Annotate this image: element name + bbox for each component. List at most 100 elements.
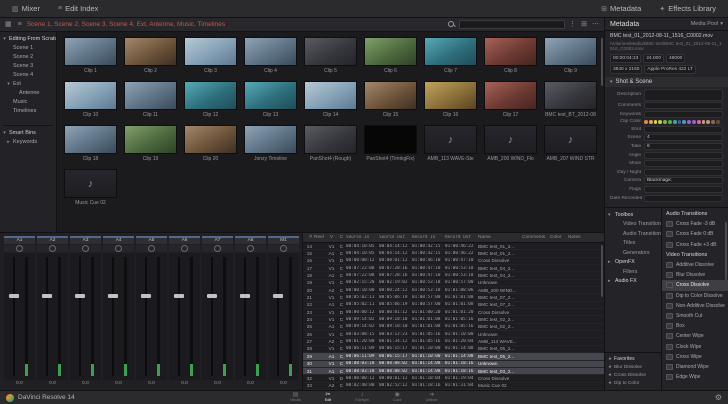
clip-area-scrollbar[interactable] [601,38,603,86]
edit-index-row[interactable]: 30 V1 C 00:08:03:18 00:08:08:02 01:01:14… [303,360,604,368]
metadata-field-input[interactable] [644,88,723,101]
bin-item[interactable]: Scene 1 [0,43,56,52]
transition-item[interactable]: Cross Fade 0 dB [662,229,728,239]
metadata-field-input[interactable] [644,160,723,168]
edit-index-row[interactable]: 19 V1 C 00:02:15:20 00:02:19:02 01:00:53… [303,280,604,288]
fader-handle[interactable] [174,293,184,298]
transition-item[interactable]: Smooth Cut [662,311,728,321]
channel-label[interactable]: A2 [37,236,68,244]
page-tab[interactable]: ◉ Color [393,392,402,403]
fader-handle[interactable] [273,293,283,298]
channel-label[interactable]: A4 [103,236,134,244]
pan-knob[interactable] [37,245,68,252]
transition-item[interactable]: Cross Dissolve [662,280,728,291]
column-header[interactable]: Comments [522,235,550,240]
edit-index-row[interactable]: 17 V1 C 00:07:22:08 00:07:28:16 01:00:47… [303,265,604,273]
fader-handle[interactable] [42,293,52,298]
clip-color-swatch[interactable] [677,119,682,124]
fader-handle[interactable] [9,293,19,298]
clip-color-swatch[interactable] [701,119,706,124]
bin-disclosure-icon[interactable]: ▾ [6,81,11,87]
page-tab[interactable]: ✂ Edit [325,392,332,403]
transition-item[interactable]: Cross Fade +3 dB [662,240,728,250]
metadata-field-input[interactable] [644,125,723,133]
edit-index-row[interactable]: 14 V1 C 00:04:10:05 00:04:14:12 01:00:42… [303,243,604,251]
column-header[interactable]: Reel [314,235,326,240]
search-input[interactable] [459,20,566,29]
bin-item[interactable]: Music [0,97,56,106]
clip-color-swatch[interactable] [644,119,648,124]
column-header[interactable]: V [326,235,337,240]
clip-color-swatch[interactable] [648,119,653,124]
page-tab[interactable]: ➔ Deliver [426,392,438,403]
media-clip[interactable]: AMB_207 WIND STR [544,125,597,162]
edit-index-row[interactable]: 18 A1 C 00:07:22:08 00:07:28:16 01:00:47… [303,272,604,280]
fader-handle[interactable] [108,293,118,298]
pan-knob[interactable] [136,245,167,252]
pan-knob[interactable] [70,245,101,252]
media-clip[interactable]: Clip 15 [364,81,417,118]
transition-item[interactable]: Center Wipe [662,331,728,341]
favorite-item[interactable]: ★ Dip to Color [605,379,661,387]
fader-handle[interactable] [240,293,250,298]
grid-options-icon[interactable]: ⊞ [580,18,588,32]
edit-index-button[interactable]: ≡ Edit Index [54,0,102,17]
nav-disclosure-icon[interactable]: ▸ [608,259,613,265]
media-clip[interactable]: Clip 14 [304,81,357,118]
channel-label[interactable]: A7 [202,236,233,244]
pan-knob[interactable] [202,245,233,252]
media-clip[interactable]: Clip 11 [124,81,177,118]
metadata-field-input[interactable]: 4 [644,134,723,142]
edit-index-row[interactable]: 27 A2 C 00:01:20:00 00:01:34:12 01:01:05… [303,338,604,346]
transition-item[interactable]: Clock Wipe [662,341,728,351]
clip-color-swatch[interactable] [711,119,715,124]
smart-bin-item[interactable]: ▸ Keywords [0,137,56,146]
shot-scene-section-header[interactable]: ▾ Shot & Scene [605,76,728,87]
effects-nav-item[interactable]: Titles [605,239,661,249]
edit-index-row[interactable]: 15 A1 C 00:04:10:05 00:04:14:12 01:00:42… [303,250,604,258]
media-clip[interactable]: Clip 7 [424,37,477,74]
bin-item[interactable]: ▾ Ext [0,79,56,88]
media-clip[interactable]: Clip 10 [64,81,117,118]
media-clip[interactable]: Clip 4 [244,37,297,74]
nav-disclosure-icon[interactable]: ▸ [608,278,613,284]
column-header[interactable]: Name [478,235,522,240]
smart-bin-disclosure-icon[interactable]: ▸ [6,139,11,145]
media-clip[interactable]: Clip 1 [64,37,117,74]
media-clip[interactable]: Clip 6 [364,37,417,74]
smart-bins-disclosure-icon[interactable]: ▾ [2,130,7,136]
clip-color-swatch[interactable] [715,119,720,124]
effects-nav-item[interactable]: Audio Transitions [605,229,661,239]
bin-item[interactable]: Timelines [0,106,56,115]
clip-color-swatch[interactable] [696,119,701,124]
transition-item[interactable]: Cross Fade -3 dB [662,219,728,229]
media-clip[interactable]: PanShot4 (Rough) [304,125,357,162]
media-clip[interactable]: Jonzy Timeline [244,125,297,162]
effects-nav-item[interactable]: Generators [605,248,661,258]
channel-label[interactable]: A8 [235,236,266,244]
channel-label[interactable]: A1 [4,236,35,244]
transition-item[interactable]: Box [662,321,728,331]
nav-disclosure-icon[interactable]: ▾ [608,212,613,218]
metadata-field-input[interactable]: 6 [644,143,723,151]
column-header[interactable]: Record Out [445,235,478,240]
media-clip[interactable]: Clip 20 [184,125,237,162]
edit-index-row[interactable]: 21 V1 C 00:05:02:11 00:05:06:19 01:00:57… [303,294,604,302]
bin-item[interactable]: Scene 4 [0,70,56,79]
favorite-item[interactable]: ★ Cross Dissolve [605,371,661,379]
column-header[interactable]: C [337,235,346,240]
more-options-icon[interactable]: ⋯ [591,18,600,32]
clip-color-swatch[interactable] [663,119,667,124]
channel-label[interactable]: A6 [169,236,200,244]
edit-index-row[interactable]: 16 V1 D 00:00:00:12 00:00:01:12 01:00:46… [303,258,604,266]
pan-knob[interactable] [268,245,299,252]
transition-item[interactable]: Audio Transitions [662,209,728,219]
page-tab[interactable]: ♪ Fairlight [355,392,369,403]
edit-index-row[interactable]: 22 A1 C 00:05:02:11 00:05:06:19 01:00:57… [303,302,604,310]
transition-item[interactable]: Cross Wipe [662,352,728,362]
metadata-field-input[interactable] [644,194,723,202]
clip-color-swatch[interactable] [658,119,663,124]
transitions-scrollbar[interactable] [725,222,727,280]
edit-index-row[interactable]: 32 V1 D 00:00:00:12 00:00:01:12 01:01:18… [303,375,604,383]
media-clip[interactable]: BMC test_BT_2012-08 [544,81,597,118]
